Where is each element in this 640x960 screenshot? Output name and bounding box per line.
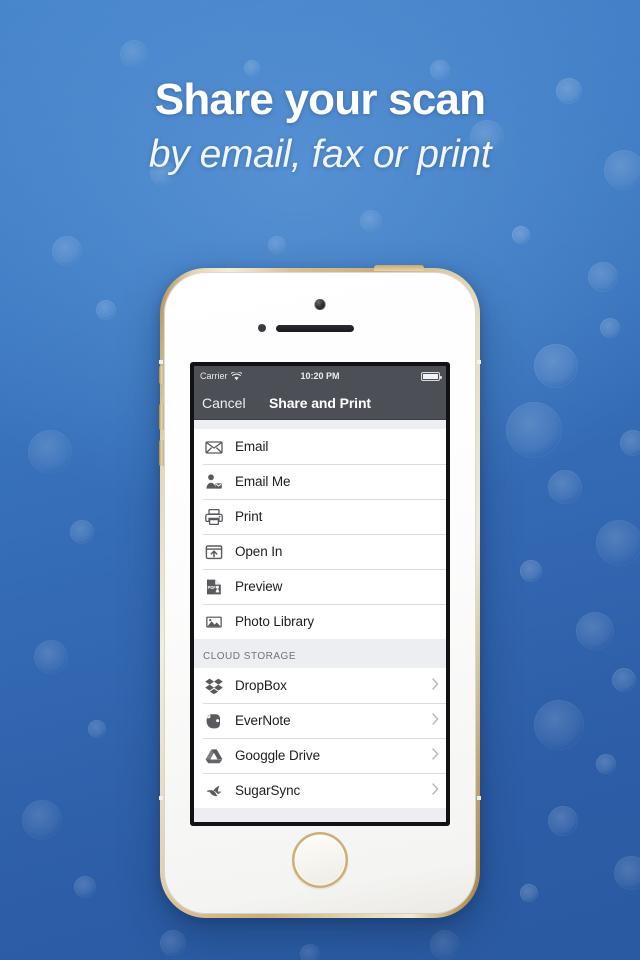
cancel-button[interactable]: Cancel bbox=[202, 395, 246, 411]
table-bottom-gap bbox=[194, 808, 446, 816]
chevron-right-icon bbox=[432, 677, 439, 695]
status-carrier: Carrier bbox=[200, 371, 242, 381]
list-item-label: Open In bbox=[235, 544, 283, 559]
chevron-right-icon bbox=[432, 712, 439, 730]
chevron-right-icon bbox=[432, 747, 439, 765]
promo-headline: Share your scan bbox=[154, 75, 486, 124]
chevron-right-icon bbox=[432, 782, 439, 795]
share-options-group: Email Email Me Print Open In PDF Preview… bbox=[194, 429, 446, 639]
phone-screen: Carrier 10:20 PM Cancel Share and Print … bbox=[194, 366, 446, 822]
cloud-storage-group: DropBox EverNote Googgle Drive SugarSync bbox=[194, 668, 446, 808]
list-item-label: SugarSync bbox=[235, 783, 301, 798]
chevron-right-icon bbox=[432, 782, 439, 800]
chevron-right-icon bbox=[432, 712, 439, 725]
sugarsync-icon bbox=[203, 780, 225, 802]
list-item[interactable]: Open In bbox=[194, 534, 446, 569]
dropbox-icon bbox=[203, 675, 225, 697]
table-top-gap bbox=[194, 420, 446, 429]
carrier-label: Carrier bbox=[200, 371, 228, 381]
section-header-cloud-storage: CLOUD STORAGE bbox=[194, 639, 446, 668]
wifi-icon bbox=[230, 371, 242, 381]
evernote-icon bbox=[203, 710, 225, 732]
battery-full-icon bbox=[421, 371, 442, 381]
promo-subheadline: by email, fax or print bbox=[148, 133, 492, 176]
list-item-label: Photo Library bbox=[235, 614, 314, 629]
status-right bbox=[421, 371, 442, 381]
list-item-label: EverNote bbox=[235, 713, 291, 728]
promo-text-block: Share your scan by email, fax or print bbox=[0, 78, 640, 176]
list-item[interactable]: SugarSync bbox=[194, 773, 446, 808]
list-item[interactable]: Googgle Drive bbox=[194, 738, 446, 773]
list-item-label: Preview bbox=[235, 579, 283, 594]
list-item-label: DropBox bbox=[235, 678, 287, 693]
list-item[interactable]: EverNote bbox=[194, 703, 446, 738]
open-in-icon bbox=[203, 541, 225, 563]
printer-icon bbox=[203, 506, 225, 528]
device-front-face: Carrier 10:20 PM Cancel Share and Print … bbox=[164, 272, 476, 914]
proximity-sensor-icon bbox=[258, 324, 266, 332]
list-item[interactable]: Email bbox=[194, 429, 446, 464]
screen-bezel: Carrier 10:20 PM Cancel Share and Print … bbox=[190, 362, 450, 826]
envelope-icon bbox=[203, 436, 225, 458]
home-button[interactable] bbox=[292, 832, 348, 888]
svg-text:PDF: PDF bbox=[208, 584, 217, 589]
iphone-device-mockup: Carrier 10:20 PM Cancel Share and Print … bbox=[159, 265, 481, 918]
chevron-right-icon bbox=[432, 747, 439, 760]
list-item[interactable]: Email Me bbox=[194, 464, 446, 499]
promo-background: Share your scan by email, fax or print C… bbox=[0, 0, 640, 960]
list-item[interactable]: Photo Library bbox=[194, 604, 446, 639]
list-item[interactable]: DropBox bbox=[194, 668, 446, 703]
list-item-label: Print bbox=[235, 509, 263, 524]
status-bar: Carrier 10:20 PM bbox=[194, 366, 446, 386]
antenna-sliver bbox=[159, 796, 163, 800]
list-item-label: Googgle Drive bbox=[235, 748, 320, 763]
front-camera-icon bbox=[314, 299, 326, 310]
chevron-right-icon bbox=[432, 677, 439, 690]
share-options-table[interactable]: Email Email Me Print Open In PDF Preview… bbox=[194, 420, 446, 822]
power-button[interactable] bbox=[374, 265, 424, 271]
earpiece-speaker-icon bbox=[276, 325, 354, 332]
antenna-sliver bbox=[477, 360, 481, 364]
antenna-sliver bbox=[477, 796, 481, 800]
list-item-label: Email bbox=[235, 439, 269, 454]
photo-icon bbox=[203, 611, 225, 633]
googledrive-icon bbox=[203, 745, 225, 767]
pdf-document-icon: PDF bbox=[203, 576, 225, 598]
antenna-sliver bbox=[159, 360, 163, 364]
list-item[interactable]: Print bbox=[194, 499, 446, 534]
navigation-bar: Cancel Share and Print bbox=[194, 386, 446, 420]
list-item-label: Email Me bbox=[235, 474, 291, 489]
list-item[interactable]: PDF Preview bbox=[194, 569, 446, 604]
contact-card-icon bbox=[203, 471, 225, 493]
